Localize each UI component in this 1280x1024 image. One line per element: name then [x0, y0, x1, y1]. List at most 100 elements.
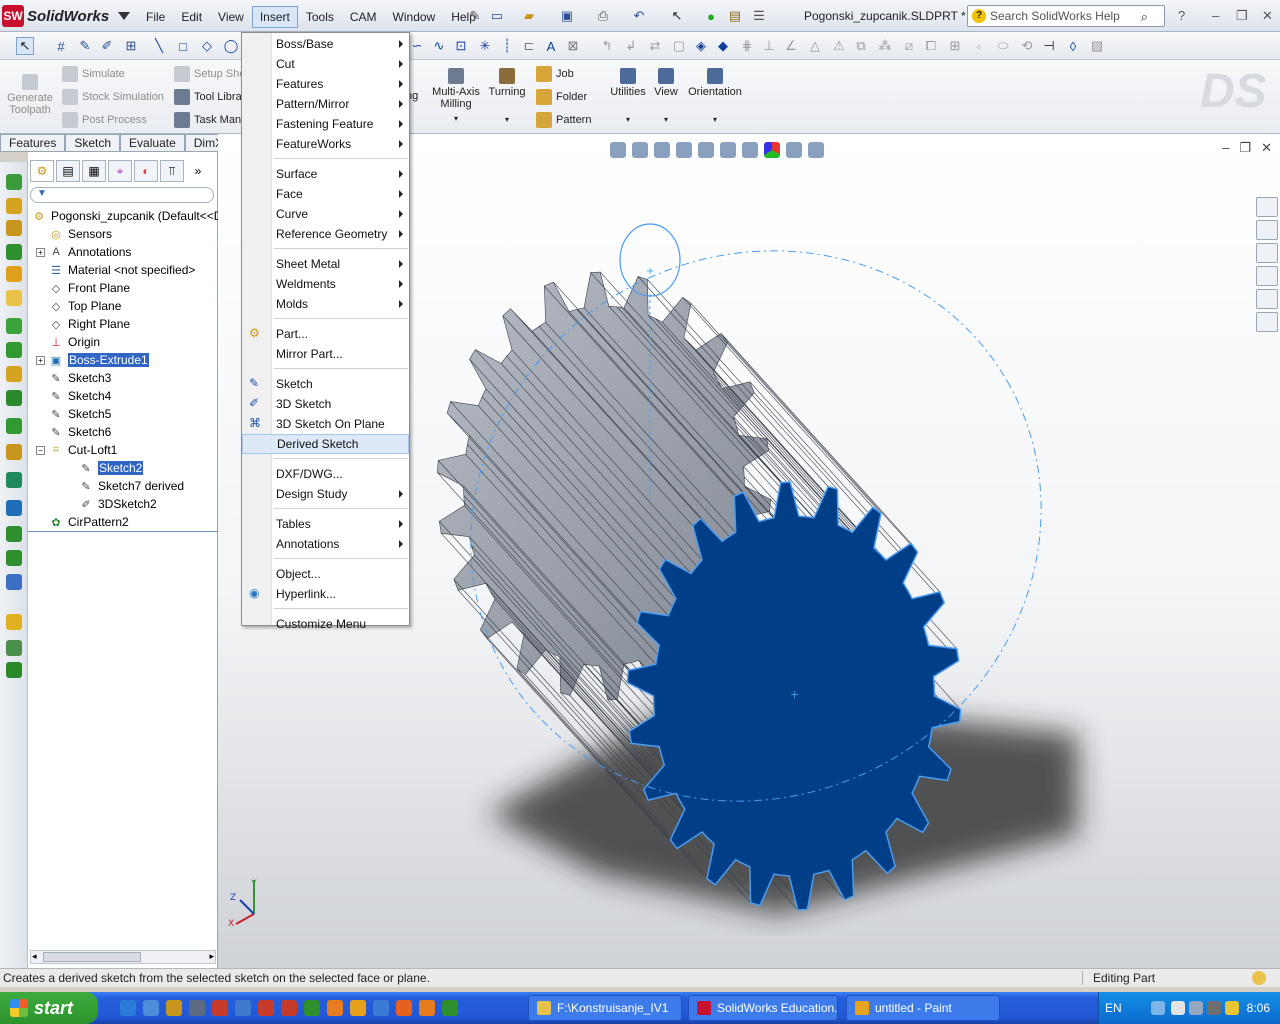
sketch-tool-icon[interactable]: ✎	[76, 37, 94, 55]
scale-icon[interactable]: ⧄	[900, 37, 918, 55]
dropdown-arrow-icon[interactable]: ▾	[430, 114, 482, 123]
simulate-button[interactable]: Simulate	[62, 66, 125, 82]
sketch-circle[interactable]	[619, 223, 681, 297]
mirror-icon[interactable]: ↲	[622, 37, 640, 55]
insert-menu-reference-geometry[interactable]: Reference Geometry	[242, 224, 409, 244]
polygon-icon[interactable]: ◇	[198, 37, 216, 55]
configuration-manager-tab-icon[interactable]: ▦	[82, 160, 106, 182]
reference-plane-icon[interactable]	[6, 614, 22, 630]
restore-icon[interactable]: ❐	[1236, 8, 1248, 24]
firefox-icon[interactable]	[419, 1000, 435, 1016]
warning-icon[interactable]: ⚠	[830, 37, 848, 55]
line-icon[interactable]: ╲	[150, 37, 168, 55]
insert-menu-surface[interactable]: Surface	[242, 164, 409, 184]
options-icon[interactable]: ☰	[750, 7, 768, 25]
logo-flyout-arrow-icon[interactable]	[118, 12, 131, 20]
utilities-button[interactable]: Utilities ▾	[608, 68, 648, 124]
print-icon[interactable]: ⎙	[594, 7, 612, 25]
rotate-icon[interactable]: ⟲	[1018, 37, 1036, 55]
tree-item-material-not-specified[interactable]: +☰Material <not specified>	[36, 261, 195, 279]
setup-sheet-button[interactable]: Setup She	[174, 66, 245, 82]
tree-item-sketch3[interactable]: +✎Sketch3	[36, 369, 111, 387]
block-icon[interactable]: ⧉	[852, 37, 870, 55]
dropdown-arrow-icon[interactable]: ▾	[608, 115, 648, 124]
job-button[interactable]: Job	[536, 66, 574, 82]
new-document-icon[interactable]: ▭	[488, 7, 506, 25]
dropdown-arrow-icon[interactable]: ▾	[684, 115, 746, 124]
insert-menu-derived-sketch[interactable]: Derived Sketch	[242, 434, 409, 454]
insert-menu-fastening-feature[interactable]: Fastening Feature	[242, 114, 409, 134]
trim-icon[interactable]: ⊏	[520, 37, 538, 55]
point-icon[interactable]: ✳	[476, 37, 494, 55]
tree-item-annotations[interactable]: + A Annotations	[36, 243, 131, 261]
solidworks-ql-icon[interactable]	[258, 1000, 274, 1016]
ellipse-icon[interactable]: ⬭	[994, 37, 1012, 55]
insert-menu-part[interactable]: ⚙ Part...	[242, 324, 409, 344]
network-icon[interactable]	[1151, 1001, 1165, 1015]
insert-menu-customize-menu[interactable]: Customize Menu	[242, 614, 409, 634]
lofted-cut-icon[interactable]	[6, 390, 22, 406]
tree-item-boss-extrude1[interactable]: + ▣ Boss-Extrude1	[36, 351, 149, 369]
taskbar-paint[interactable]: untitled - Paint	[846, 995, 1000, 1021]
insert-menu-dxf-dwg[interactable]: DXF/DWG...	[242, 464, 409, 484]
app2-icon[interactable]	[304, 1000, 320, 1016]
tree-item-sensors[interactable]: +◎Sensors	[36, 225, 112, 243]
tree-item-cut-loft1[interactable]: − ⌗ Cut-Loft1	[36, 441, 117, 459]
tab-sketch[interactable]: Sketch	[65, 134, 121, 152]
menu-insert[interactable]: Insert	[251, 6, 298, 28]
tree-item-cirpattern2[interactable]: +✿CirPattern2	[36, 513, 128, 531]
coordinate-system-icon[interactable]	[6, 662, 22, 678]
help-search-input[interactable]: ? Search SolidWorks Help ⌕	[967, 5, 1165, 27]
security-icon[interactable]	[1225, 1001, 1239, 1015]
scroll-right-icon[interactable]: ▸	[209, 951, 214, 962]
dimxpert-manager-tab-icon[interactable]: ⌖	[108, 160, 132, 182]
taskbar-folder[interactable]: F:\Konstruisanje_IV1	[528, 995, 682, 1021]
tree-item-right-plane[interactable]: +◇Right Plane	[36, 315, 130, 333]
insert-menu-face[interactable]: Face	[242, 184, 409, 204]
tree-item-sketch4[interactable]: +✎Sketch4	[36, 387, 111, 405]
post-process-button[interactable]: Post Process	[62, 112, 147, 128]
tree-item-sketch5[interactable]: +✎Sketch5	[36, 405, 111, 423]
search-icon[interactable]: ⌕	[1141, 9, 1148, 25]
dropdown-arrow-icon[interactable]: ▾	[486, 115, 528, 124]
open-document-icon[interactable]: ▰	[520, 7, 538, 25]
feature-tree-tab-icon[interactable]: ⚙	[30, 160, 54, 182]
multi-axis-milling-button[interactable]: Multi-Axis Milling ▾	[430, 68, 482, 123]
dropdown-arrow-icon[interactable]: ▾	[650, 115, 682, 124]
image-icon[interactable]: ▨	[1088, 37, 1106, 55]
tree-horizontal-scrollbar[interactable]: ◂ ▸	[30, 950, 216, 964]
insert-menu-design-study[interactable]: Design Study	[242, 484, 409, 504]
pattern-button[interactable]: Pattern	[536, 112, 591, 128]
tree-item-sketch7-derived[interactable]: +✎Sketch7 derived	[66, 477, 184, 495]
dimension-icon[interactable]: ⊣	[1040, 37, 1058, 55]
pin-menu-icon[interactable]: ✎	[466, 7, 484, 25]
select-icon[interactable]: ↖	[668, 7, 686, 25]
app6-icon[interactable]	[442, 1000, 458, 1016]
menu-cam[interactable]: CAM	[342, 6, 385, 28]
start-button[interactable]: start	[0, 992, 98, 1024]
tools-icon[interactable]	[166, 1000, 182, 1016]
tree-item-sketch2[interactable]: +✎Sketch2	[66, 459, 144, 477]
chamfer-icon[interactable]	[6, 418, 22, 434]
app-icon[interactable]	[281, 1000, 297, 1016]
fillet-icon[interactable]: ⊡	[452, 37, 470, 55]
array-icon[interactable]: ⊞	[946, 37, 964, 55]
rebuild-status-icon[interactable]	[1252, 971, 1266, 985]
display-icon[interactable]	[1189, 1001, 1203, 1015]
boundary-boss-icon[interactable]	[6, 266, 22, 282]
shell-icon[interactable]	[6, 472, 22, 488]
tool-library-button[interactable]: Tool Libra	[174, 89, 242, 105]
menu-file[interactable]: File	[138, 6, 173, 28]
relation-icon[interactable]: ⋕	[738, 37, 756, 55]
insert-menu-cut[interactable]: Cut	[242, 54, 409, 74]
pattern-tool-icon[interactable]: ◈	[692, 37, 710, 55]
insert-menu-tables[interactable]: Tables	[242, 514, 409, 534]
circular-pattern-icon[interactable]	[6, 550, 22, 566]
smart-dimension-icon[interactable]: ⊞	[122, 37, 140, 55]
centerline-icon[interactable]: ┊	[498, 37, 516, 55]
insert-menu-featureworks[interactable]: FeatureWorks	[242, 134, 409, 154]
mirror-icon[interactable]	[6, 574, 22, 590]
spline-icon[interactable]: ∿	[430, 37, 448, 55]
insert-menu-mirror-part[interactable]: Mirror Part...	[242, 344, 409, 364]
circle-icon[interactable]: ◯	[222, 37, 240, 55]
